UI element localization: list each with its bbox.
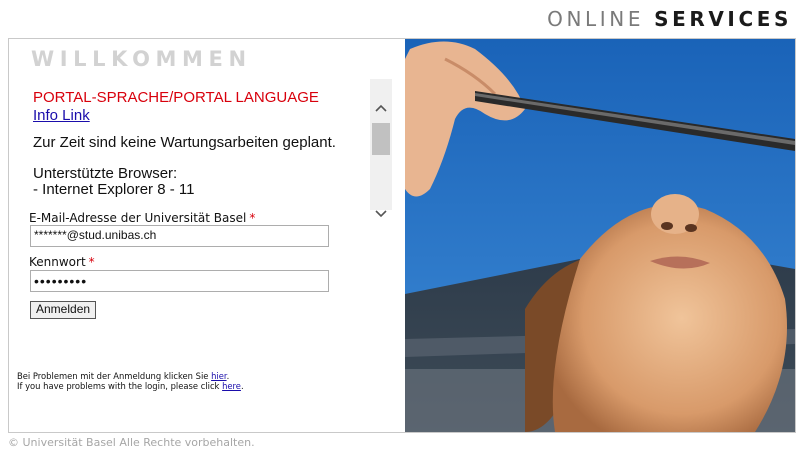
help-en-link[interactable]: here — [222, 381, 241, 391]
copyright: © Universität Basel Alle Rechte vorbehal… — [8, 436, 255, 449]
hero-photo — [405, 39, 795, 432]
login-help: Bei Problemen mit der Anmeldung klicken … — [17, 371, 244, 391]
portal-language-link[interactable]: PORTAL-SPRACHE/PORTAL LANGUAGE — [33, 89, 373, 107]
browsers-heading: Unterstützte Browser: — [33, 165, 178, 182]
help-de-end: . — [226, 371, 230, 381]
help-en: If you have problems with the login, ple… — [17, 381, 244, 391]
hero-photo-illustration — [405, 39, 795, 432]
chevron-down-icon[interactable] — [370, 203, 392, 225]
password-label: Kennwort * — [29, 255, 95, 269]
email-label-text: E-Mail-Adresse der Universität Basel — [29, 211, 247, 225]
help-en-end: . — [240, 381, 244, 391]
welcome-heading: WILLKOMMEN — [31, 47, 252, 71]
login-panel: WILLKOMMEN PORTAL-SPRACHE/PORTAL LANGUAG… — [8, 38, 796, 433]
scrollbar-thumb[interactable] — [372, 123, 390, 155]
email-required-marker: * — [249, 211, 256, 225]
brand-light: ONLINE — [547, 7, 645, 31]
news-scrollbar[interactable] — [370, 79, 392, 218]
browsers-value: - Internet Explorer 8 - 11 — [33, 181, 195, 198]
password-required-marker: * — [88, 255, 95, 269]
login-button[interactable]: Anmelden — [30, 301, 97, 319]
brand-bold: SERVICES — [654, 7, 792, 31]
maintenance-message: Zur Zeit sind keine Wartungsarbeiten gep… — [33, 134, 336, 151]
password-field[interactable]: ••••••••• — [30, 270, 329, 292]
info-link[interactable]: Info Link — [33, 107, 373, 124]
password-label-text: Kennwort — [29, 255, 86, 269]
help-de: Bei Problemen mit der Anmeldung klicken … — [17, 371, 244, 381]
brand-title: ONLINE SERVICES — [547, 7, 792, 31]
email-field[interactable]: *******@stud.unibas.ch — [30, 225, 329, 247]
email-label: E-Mail-Adresse der Universität Basel * — [29, 211, 255, 225]
chevron-up-icon[interactable] — [370, 97, 392, 119]
help-de-text: Bei Problemen mit der Anmeldung klicken … — [17, 371, 212, 381]
help-de-link[interactable]: hier — [211, 371, 226, 381]
help-en-text: If you have problems with the login, ple… — [17, 381, 223, 391]
